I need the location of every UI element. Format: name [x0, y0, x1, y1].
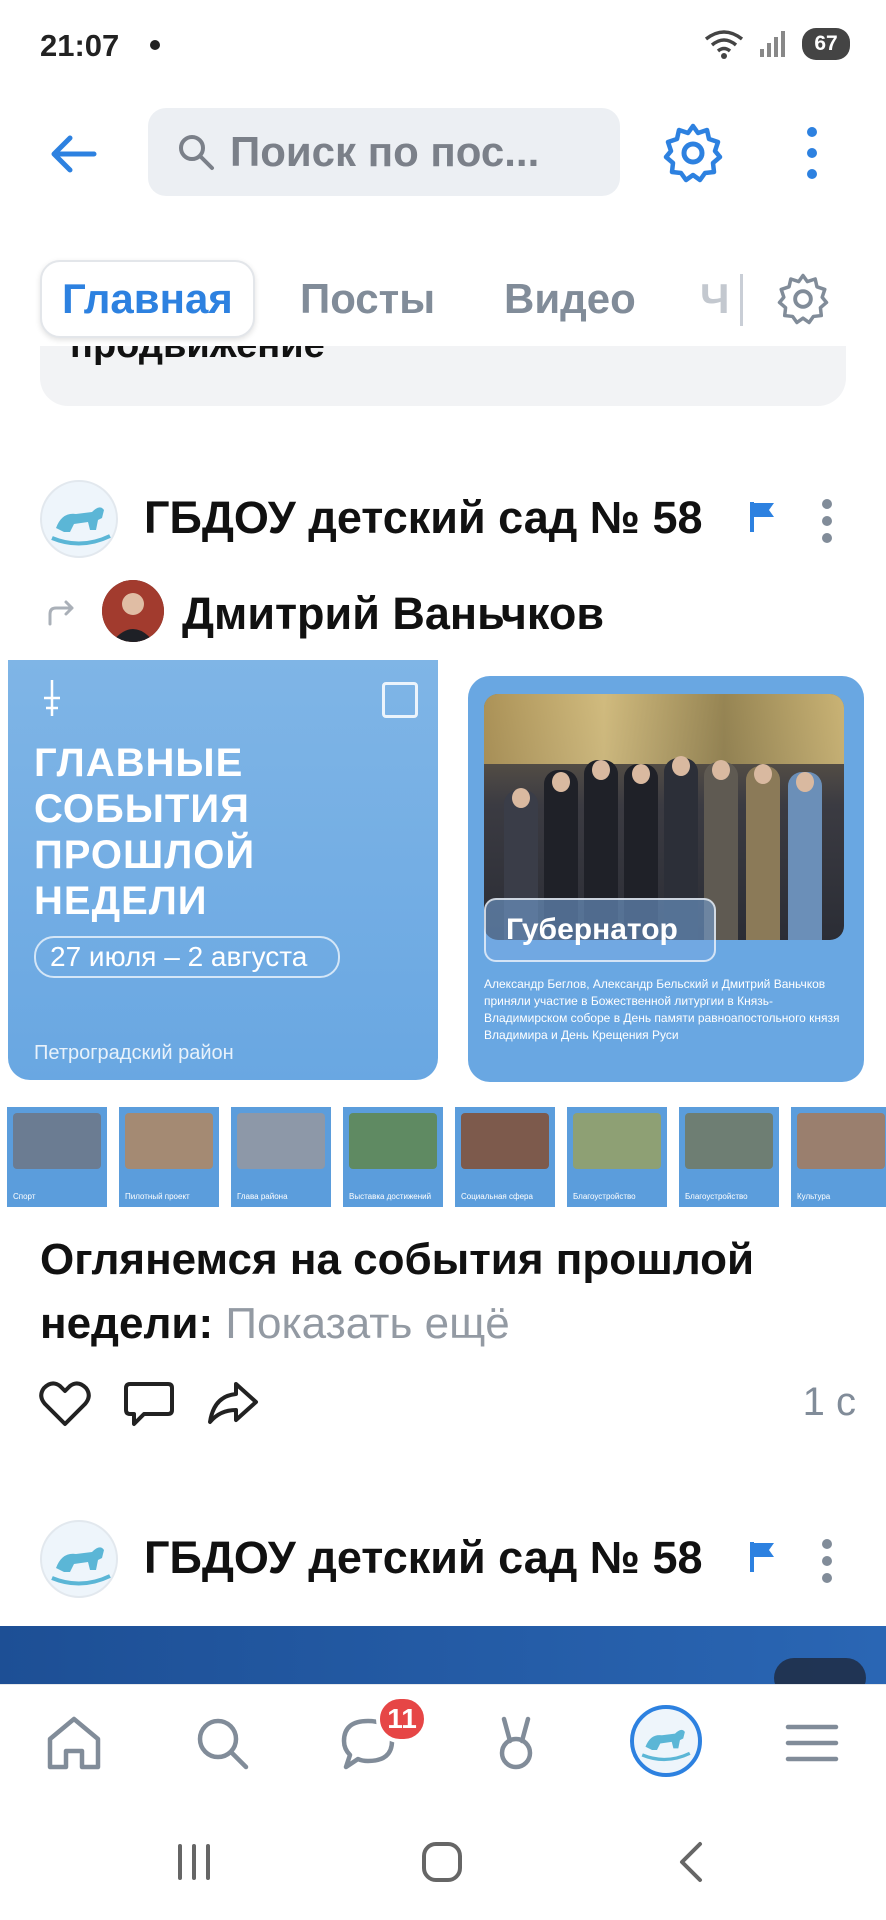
repost-source[interactable]: Дмитрий Ваньчков — [0, 578, 886, 644]
community-avatar[interactable] — [40, 480, 118, 558]
wifi-icon — [704, 30, 744, 59]
search-icon — [179, 135, 214, 170]
rocking-horse-logo — [51, 1547, 111, 1586]
thumbnail[interactable]: Благоустройство — [564, 1104, 670, 1210]
home-button-icon[interactable] — [418, 1838, 466, 1886]
thumbnail[interactable]: Выставка достижений — [340, 1104, 446, 1210]
tab-bar: Главная Посты Видео Ч — [0, 256, 886, 346]
like-heart-icon[interactable] — [38, 1378, 92, 1428]
next-post-image[interactable] — [0, 1626, 886, 1686]
tab-video[interactable]: Видео — [504, 260, 636, 338]
share-icon[interactable] — [206, 1378, 260, 1428]
card-dates: 27 июля – 2 августа — [34, 936, 340, 978]
settings-gear-icon[interactable] — [662, 122, 724, 184]
post-more-icon[interactable] — [820, 1538, 834, 1584]
recent-apps-icon[interactable] — [170, 1838, 218, 1886]
governor-card: Губернатор Александр Беглов, Александр Б… — [468, 676, 864, 1082]
spire-logo — [44, 680, 60, 716]
top-bar: Поиск по пос... — [0, 100, 886, 208]
clips-icon[interactable] — [484, 1711, 548, 1775]
comment-icon[interactable] — [122, 1378, 176, 1428]
menu-icon[interactable] — [780, 1711, 844, 1775]
post-text: Оглянемся на события прошлой недели: Пок… — [40, 1228, 860, 1356]
profile-avatar[interactable] — [630, 1705, 702, 1777]
governor-caption: Александр Беглов, Александр Бельский и Д… — [484, 977, 840, 1042]
rocking-horse-logo — [641, 1729, 691, 1762]
governor-label: Губернатор — [484, 898, 716, 962]
card-district: Петроградский район — [34, 1042, 234, 1064]
thumbnail[interactable]: Пилотный проект — [116, 1104, 222, 1210]
battery-indicator: 67 — [802, 28, 850, 60]
messages-badge: 11 — [376, 1695, 428, 1743]
system-navigation — [0, 1804, 886, 1920]
status-time: 21:07 — [40, 28, 120, 63]
previous-card-tail[interactable]: продвижение — [40, 346, 846, 406]
post-author[interactable]: ГБДОУ детский сад № 58 — [144, 1532, 724, 1584]
post-time: 1 с — [802, 1380, 856, 1424]
repost-arrow-icon — [48, 600, 74, 626]
tab-divider — [740, 274, 743, 326]
thumbnail[interactable]: Социальная сфера — [452, 1104, 558, 1210]
community-avatar[interactable] — [40, 1520, 118, 1598]
repost-author-avatar — [102, 580, 164, 642]
status-icons: 67 — [704, 28, 850, 60]
post-author[interactable]: ГБДОУ детский сад № 58 — [144, 492, 724, 544]
weekly-events-card: ГЛАВНЫЕ СОБЫТИЯ ПРОШЛОЙ НЕДЕЛИ 27 июля –… — [8, 660, 438, 1080]
back-arrow-icon[interactable] — [44, 124, 104, 184]
thumbnail[interactable]: Благоустройство — [676, 1104, 782, 1210]
post-more-icon[interactable] — [820, 498, 834, 544]
status-bar: 21:07 67 — [0, 0, 886, 92]
bottom-navigation: 11 — [0, 1684, 886, 1804]
tabs-settings-icon[interactable] — [776, 272, 830, 326]
post-header: ГБДОУ детский сад № 58 — [0, 1512, 886, 1602]
thumbnail[interactable]: Глава района — [228, 1104, 334, 1210]
show-more-link[interactable]: Показать ещё — [225, 1299, 509, 1348]
previous-card-text: продвижение — [70, 346, 325, 367]
rocking-horse-logo — [51, 507, 111, 546]
notification-dot — [150, 40, 160, 50]
thumbnail-strip: Спорт Пилотный проект Глава района Выста… — [0, 1104, 886, 1212]
search-input[interactable]: Поиск по пос... — [148, 108, 620, 196]
tab-main[interactable]: Главная — [40, 260, 255, 338]
thumbnail[interactable]: Культура — [788, 1104, 886, 1210]
thumbnail[interactable]: Спорт — [4, 1104, 110, 1210]
tab-posts[interactable]: Посты — [300, 260, 435, 338]
back-button-icon[interactable] — [668, 1838, 716, 1886]
signal-icon — [760, 31, 785, 57]
home-icon[interactable] — [42, 1711, 106, 1775]
brand-logo-mark — [382, 682, 418, 718]
repost-author-name: Дмитрий Ваньчков — [182, 588, 604, 639]
post-header: ГБДОУ детский сад № 58 — [0, 472, 886, 562]
flag-icon — [750, 1542, 774, 1572]
post-image-second[interactable]: Губернатор Александр Беглов, Александр Б… — [446, 660, 886, 1100]
tab-truncated[interactable]: Ч — [700, 260, 730, 338]
search-placeholder: Поиск по пос... — [230, 128, 540, 175]
card-headline: ГЛАВНЫЕ СОБЫТИЯ ПРОШЛОЙ НЕДЕЛИ — [34, 741, 256, 923]
post-image-main[interactable]: ГЛАВНЫЕ СОБЫТИЯ ПРОШЛОЙ НЕДЕЛИ 27 июля –… — [0, 660, 440, 1100]
flag-icon — [750, 502, 774, 532]
search-nav-icon[interactable] — [190, 1711, 254, 1775]
post-actions: 1 с — [0, 1370, 886, 1434]
person-photo — [102, 580, 164, 642]
more-vertical-icon[interactable] — [792, 122, 832, 184]
